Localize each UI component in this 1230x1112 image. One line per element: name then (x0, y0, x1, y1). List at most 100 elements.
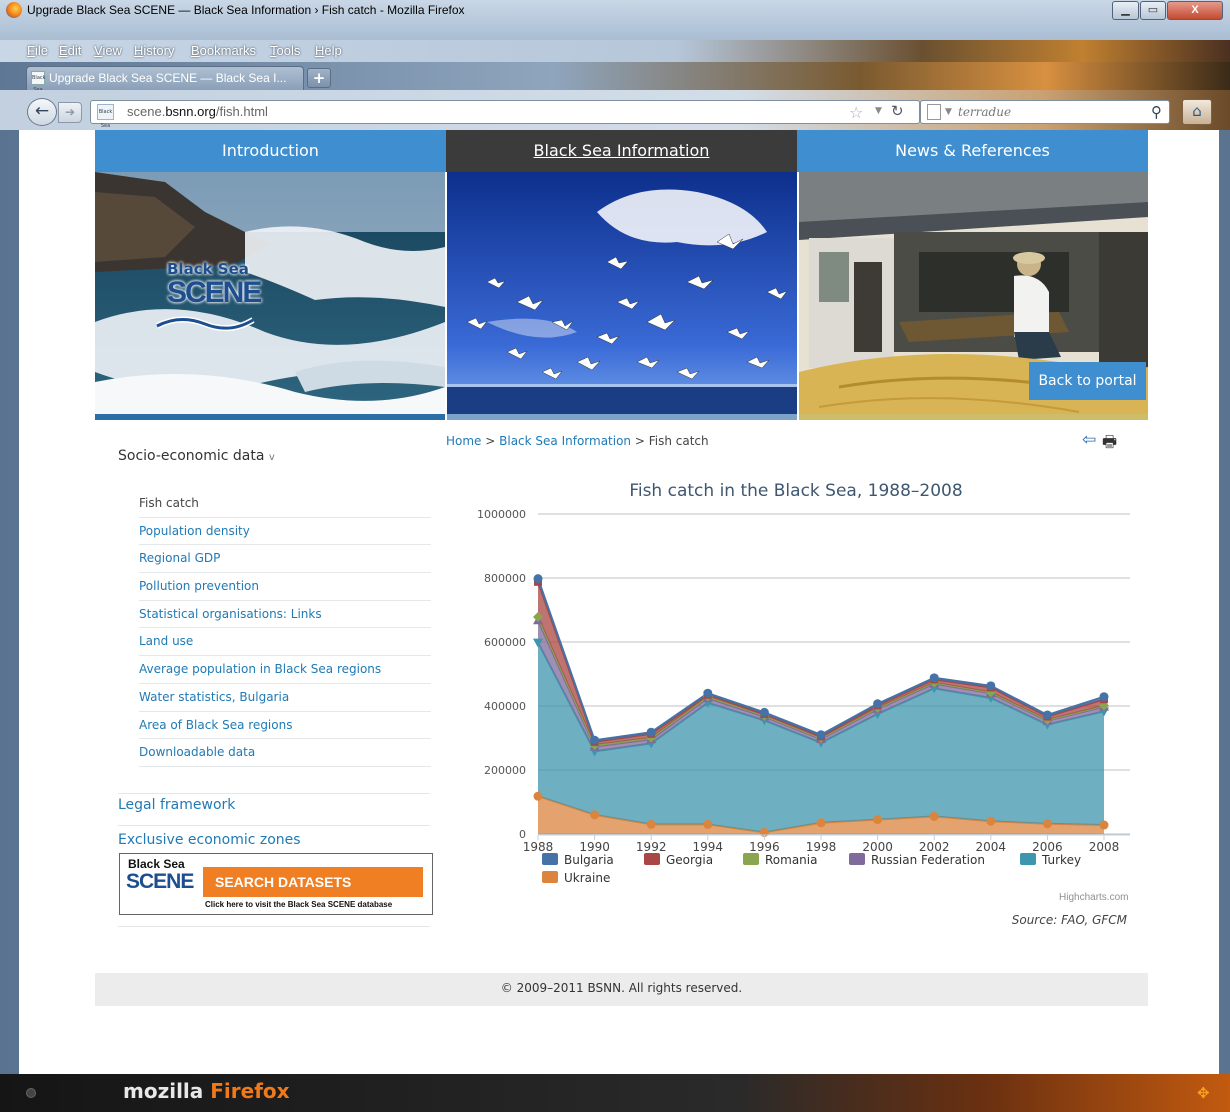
search-input[interactable]: terradue (958, 105, 1011, 119)
menu-help[interactable]: Help (315, 43, 342, 58)
search-engine-dropdown-icon[interactable]: ▼ (945, 107, 952, 117)
firefox-window: Upgrade Black Sea SCENE — Black Sea Info… (0, 0, 1230, 1112)
minimize-button[interactable]: ▁ (1112, 1, 1139, 20)
tab-active[interactable]: Black Sea SCENE Upgrade Black Sea SCENE … (26, 66, 304, 105)
close-button[interactable]: X (1167, 1, 1223, 20)
nav-news-references[interactable]: News & References (797, 130, 1148, 172)
breadcrumb-separator: > (481, 434, 500, 448)
x-tick-label: 2004 (976, 840, 1007, 854)
sidebar-item-average-population[interactable]: Average population in Black Sea regions (139, 656, 431, 684)
legend-item-label[interactable]: Turkey (1041, 853, 1081, 867)
legend-item-label[interactable]: Georgia (666, 853, 713, 867)
legend-swatch (743, 853, 759, 865)
y-tick-label: 600000 (484, 636, 526, 649)
point-bulgaria (590, 735, 600, 745)
banner-black-sea: Black Sea (128, 857, 185, 871)
sidebar-item-area-regions[interactable]: Area of Black Sea regions (139, 712, 431, 740)
site-identity-icon[interactable]: Black Sea SCENE (97, 104, 115, 143)
breadcrumb-section[interactable]: Black Sea Information (499, 434, 631, 448)
taskbar-orb-icon[interactable] (26, 1088, 36, 1098)
menu-edit[interactable]: Edit (59, 43, 81, 58)
legend-swatch (644, 853, 660, 865)
legend-item-label[interactable]: Russian Federation (871, 853, 985, 867)
back-arrow-icon[interactable]: ⇦ (1082, 430, 1096, 450)
y-tick-label: 1000000 (477, 508, 526, 521)
reload-icon[interactable]: ↻ (891, 102, 904, 120)
legend-swatch (542, 871, 558, 883)
forward-button[interactable]: ➔ (58, 102, 82, 123)
hero-image-coast[interactable]: Black Sea SCENE (95, 172, 445, 420)
sidebar-item-downloadable-data[interactable]: Downloadable data (139, 739, 431, 767)
sidebar-item-land-use[interactable]: Land use (139, 628, 431, 657)
point-ukraine (816, 818, 826, 828)
point-bulgaria (703, 688, 713, 698)
point-bulgaria (873, 699, 883, 709)
sidebar-item-regional-gdp[interactable]: Regional GDP (139, 545, 431, 574)
legend-item-label[interactable]: Bulgaria (564, 853, 614, 867)
tab-label: Upgrade Black Sea SCENE — Black Sea I... (49, 71, 287, 85)
search-engine-icon[interactable] (927, 104, 941, 120)
menu-history[interactable]: History (134, 43, 174, 58)
sidebar-subnav: Fish catch Population density Regional G… (139, 490, 431, 767)
menu-file[interactable]: File (27, 43, 48, 58)
sidebar-item-fish-catch[interactable]: Fish catch (139, 490, 431, 518)
breadcrumb-home[interactable]: Home (446, 434, 481, 448)
highcharts-credit[interactable]: Highcharts.com (1059, 892, 1128, 903)
sidebar-legal-framework[interactable]: Legal framework (118, 793, 430, 826)
point-ukraine (646, 819, 656, 829)
x-tick-label: 1996 (749, 840, 780, 854)
section-title-label: Socio-economic data (118, 448, 265, 464)
url-bar[interactable]: Black Sea SCENE scene.bsnn.org/fish.html… (90, 100, 920, 143)
point-bulgaria (1042, 710, 1052, 720)
legend-item-label[interactable]: Ukraine (564, 871, 610, 885)
chart-title: Fish catch in the Black Sea, 1988–2008 (629, 481, 963, 501)
point-bulgaria (1099, 692, 1109, 702)
point-ukraine (929, 811, 939, 821)
point-bulgaria (986, 681, 996, 691)
logo-scene: SCENE (167, 276, 262, 309)
sidebar-exclusive-economic-zones[interactable]: Exclusive economic zones (118, 829, 430, 848)
x-tick-label: 2006 (1032, 840, 1063, 854)
point-ukraine (1042, 819, 1052, 829)
back-button[interactable]: ← (27, 98, 57, 126)
home-button[interactable]: ⌂ (1182, 99, 1212, 125)
firefox-logo-icon (6, 2, 22, 18)
banner-search-datasets: SEARCH DATASETS (203, 867, 423, 897)
page-viewport: Introduction Black Sea Information News … (19, 130, 1219, 1074)
point-ukraine (703, 819, 713, 829)
sidebar-item-population-density[interactable]: Population density (139, 518, 431, 546)
back-to-portal-button[interactable]: Back to portal (1029, 362, 1146, 400)
search-datasets-banner[interactable]: Black Sea SCENE SEARCH DATASETS Click he… (119, 853, 433, 915)
footer: © 2009–2011 BSNN. All rights reserved. (95, 973, 1148, 1006)
new-tab-button[interactable]: + (307, 68, 331, 88)
nav-introduction[interactable]: Introduction (95, 130, 446, 172)
x-tick-label: 1998 (806, 840, 837, 854)
tab-bar: Black Sea SCENE Upgrade Black Sea SCENE … (0, 62, 1230, 105)
maximize-button[interactable]: ▭ (1140, 1, 1166, 20)
sidebar-section-title[interactable]: Socio-economic data v (118, 448, 275, 464)
legend-swatch (542, 853, 558, 865)
breadcrumb: Home > Black Sea Information > Fish catc… (446, 434, 709, 448)
search-icon[interactable]: ⚲ (1151, 103, 1162, 121)
hero-image-seagulls[interactable] (447, 172, 797, 420)
x-tick-label: 1990 (579, 840, 610, 854)
bookmark-star-icon[interactable]: ☆ (849, 103, 863, 122)
menu-bookmarks[interactable]: Bookmarks (191, 43, 256, 58)
print-icon[interactable]: 🖶 (1102, 431, 1117, 458)
menu-bar: File Edit View History Bookmarks Tools H… (0, 40, 1230, 62)
firefox-fox-icon[interactable]: ✥ (1197, 1084, 1210, 1102)
menu-view[interactable]: View (94, 43, 122, 58)
title-bar: Upgrade Black Sea SCENE — Black Sea Info… (0, 0, 1230, 40)
search-bar[interactable]: ▼ terradue ⚲ (920, 100, 1170, 124)
sidebar-item-pollution-prevention[interactable]: Pollution prevention (139, 573, 431, 601)
sidebar-item-water-statistics[interactable]: Water statistics, Bulgaria (139, 684, 431, 712)
x-tick-label: 2000 (862, 840, 893, 854)
history-dropdown-icon[interactable]: ▼ (875, 106, 882, 116)
nav-black-sea-information[interactable]: Black Sea Information (446, 130, 797, 172)
menu-tools[interactable]: Tools (270, 43, 300, 58)
fish-catch-chart: Fish catch in the Black Sea, 1988–2008 0… (446, 470, 1146, 890)
legend-item-label[interactable]: Romania (765, 853, 817, 867)
sidebar-item-statistical-organisations[interactable]: Statistical organisations: Links (139, 601, 431, 629)
point-bulgaria (929, 673, 939, 683)
url-text[interactable]: scene.bsnn.org/fish.html (127, 104, 268, 119)
